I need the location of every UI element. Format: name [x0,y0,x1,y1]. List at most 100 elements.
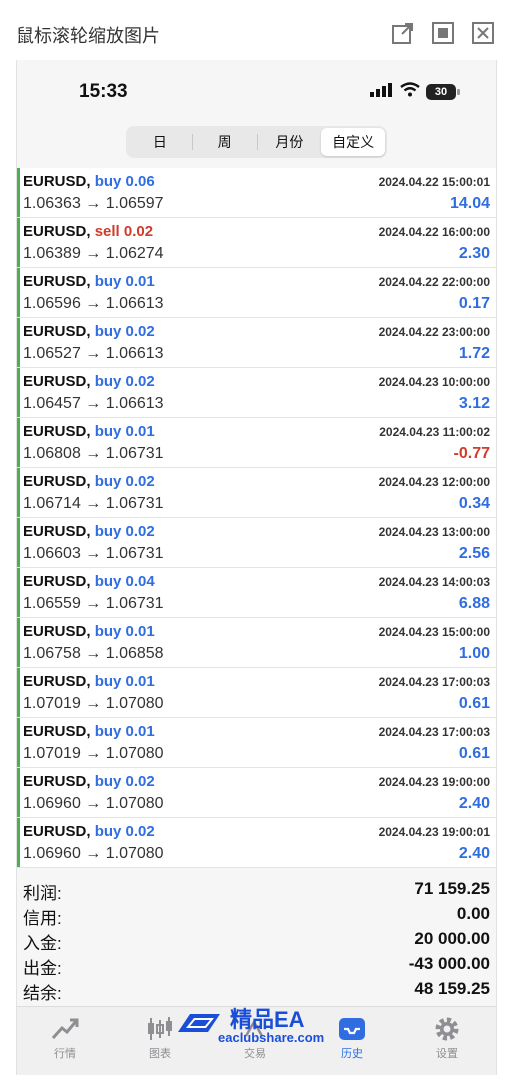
trade-profit: 2.56 [458,545,490,562]
trade-prices: 1.06559 → 1.06731 [23,595,164,612]
trade-time: 2024.04.23 10:00:00 [378,375,490,389]
trade-symbol: EURUSD, buy 0.02 [23,323,155,340]
trade-row[interactable]: EURUSD, buy 0.01 2024.04.23 11:00:02 1.068… [17,418,496,468]
symbol-name: EURUSD, [23,273,91,290]
trade-volume: buy 0.02 [94,373,155,390]
trade-symbol: EURUSD, sell 0.02 [23,223,153,240]
popout-icon[interactable] [390,20,416,46]
symbol-name: EURUSD, [23,323,91,340]
trade-time: 2024.04.23 19:00:00 [378,775,490,789]
summary-value: -43 000.00 [408,954,490,973]
trade-prices: 1.06808 → 1.06731 [23,445,164,462]
restore-icon[interactable] [430,20,456,46]
trade-prices: 1.06714 → 1.06731 [23,495,164,512]
symbol-name: EURUSD, [23,673,91,690]
trade-symbol: EURUSD, buy 0.02 [23,373,155,390]
symbol-name: EURUSD, [23,173,91,190]
battery-icon: 30 [426,84,460,100]
trade-profit: 0.61 [458,695,490,712]
trade-profit: 2.40 [458,795,490,812]
trade-symbol: EURUSD, buy 0.01 [23,723,155,740]
trade-profit: 3.12 [458,395,490,412]
trade-time: 2024.04.23 15:00:00 [378,625,490,639]
wifi-icon [400,82,420,102]
trade-prices: 1.06596 → 1.06613 [23,295,164,312]
trade-row[interactable]: EURUSD, buy 0.02 2024.04.23 13:00:00 1.066… [17,518,496,568]
summary-value: 71 159.25 [414,879,490,898]
viewer-title: 鼠标滚轮缩放图片 [16,26,160,46]
symbol-name: EURUSD, [23,373,91,390]
trade-row[interactable]: EURUSD, buy 0.06 2024.04.22 15:00:01 1.063… [17,168,496,218]
viewer-controls [390,20,496,46]
period-selector: 日 周 月份 自定义 [126,126,387,158]
trade-time: 2024.04.23 13:00:00 [378,525,490,539]
trade-profit: 2.30 [458,245,490,262]
trade-volume: buy 0.02 [94,323,155,340]
trade-row[interactable]: EURUSD, buy 0.01 2024.04.23 15:00:00 1.067… [17,618,496,668]
trade-row[interactable]: EURUSD, sell 0.02 2024.04.22 16:00:00 1.06… [17,218,496,268]
symbol-name: EURUSD, [23,773,91,790]
image-viewer-window: 鼠标滚轮缩放图片 15:33 30 日 周 月份 自定义 EURUSD, buy… [0,0,510,1080]
trade-prices: 1.06363 → 1.06597 [23,195,164,212]
trade-volume: buy 0.02 [94,773,155,790]
summary-row: 结余: 48 159.25 [17,976,496,1003]
tab-label: 设置 [436,1048,458,1060]
trade-symbol: EURUSD, buy 0.04 [23,573,155,590]
trade-row[interactable]: EURUSD, buy 0.02 2024.04.23 19:00:01 1.069… [17,818,496,868]
trade-symbol: EURUSD, buy 0.02 [23,473,155,490]
trade-symbol: EURUSD, buy 0.01 [23,273,155,290]
trade-profit: 0.34 [458,495,490,512]
symbol-name: EURUSD, [23,823,91,840]
trade-profit: 1.72 [458,345,490,362]
summary-label: 结余: [23,984,62,1003]
trade-prices: 1.06960 → 1.07080 [23,845,164,862]
symbol-name: EURUSD, [23,573,91,590]
trade-profit: 14.04 [449,195,490,212]
phone-screenshot: 15:33 30 日 周 月份 自定义 EURUSD, buy 0.06 2024… [16,60,497,1075]
tab-settings[interactable]: 设置 [417,1015,477,1061]
trade-volume: buy 0.02 [94,823,155,840]
trade-profit: 1.00 [458,645,490,662]
trade-row[interactable]: EURUSD, buy 0.02 2024.04.23 19:00:00 1.069… [17,768,496,818]
trade-row[interactable]: EURUSD, buy 0.04 2024.04.23 14:00:03 1.065… [17,568,496,618]
summary-row: 利润: 71 159.25 [17,876,496,903]
summary-row: 入金: 20 000.00 [17,926,496,953]
trade-row[interactable]: EURUSD, buy 0.01 2024.04.23 17:00:03 1.070… [17,668,496,718]
trade-time: 2024.04.23 14:00:03 [378,575,490,589]
trade-row[interactable]: EURUSD, buy 0.02 2024.04.23 12:00:00 1.067… [17,468,496,518]
close-icon[interactable] [470,20,496,46]
summary-value: 20 000.00 [414,929,490,948]
trade-time: 2024.04.23 17:00:03 [378,675,490,689]
trade-volume: buy 0.01 [94,273,155,290]
tab-quotes[interactable]: 行情 [35,1015,95,1061]
status-icons: 30 [370,82,460,102]
trade-row[interactable]: EURUSD, buy 0.01 2024.04.23 17:00:03 1.070… [17,718,496,768]
trade-volume: buy 0.02 [94,473,155,490]
trade-symbol: EURUSD, buy 0.02 [23,523,155,540]
trade-prices: 1.06457 → 1.06613 [23,395,164,412]
symbol-name: EURUSD, [23,723,91,740]
trade-symbol: EURUSD, buy 0.06 [23,173,155,190]
trade-volume: buy 0.01 [94,623,155,640]
trade-row[interactable]: EURUSD, buy 0.02 2024.04.22 23:00:00 1.065… [17,318,496,368]
trade-time: 2024.04.22 16:00:00 [378,225,490,239]
summary-row: 出金: -43 000.00 [17,951,496,978]
trade-time: 2024.04.22 15:00:01 [378,175,490,189]
trade-volume: buy 0.02 [94,523,155,540]
trade-history-list: EURUSD, buy 0.06 2024.04.22 15:00:01 1.063… [17,168,496,868]
trade-row[interactable]: EURUSD, buy 0.01 2024.04.22 22:00:00 1.065… [17,268,496,318]
trade-prices: 1.06960 → 1.07080 [23,795,164,812]
tab-day[interactable]: 日 [128,128,192,156]
trade-prices: 1.07019 → 1.07080 [23,695,164,712]
tab-week[interactable]: 周 [193,128,257,156]
settings-icon [417,1015,477,1043]
symbol-name: EURUSD, [23,473,91,490]
trade-prices: 1.06389 → 1.06274 [23,245,164,262]
symbol-name: EURUSD, [23,223,91,240]
trade-row[interactable]: EURUSD, buy 0.02 2024.04.23 10:00:00 1.064… [17,368,496,418]
symbol-name: EURUSD, [23,623,91,640]
tab-month[interactable]: 月份 [258,128,322,156]
trade-profit: 6.88 [458,595,490,612]
symbol-name: EURUSD, [23,523,91,540]
tab-custom[interactable]: 自定义 [321,128,385,156]
